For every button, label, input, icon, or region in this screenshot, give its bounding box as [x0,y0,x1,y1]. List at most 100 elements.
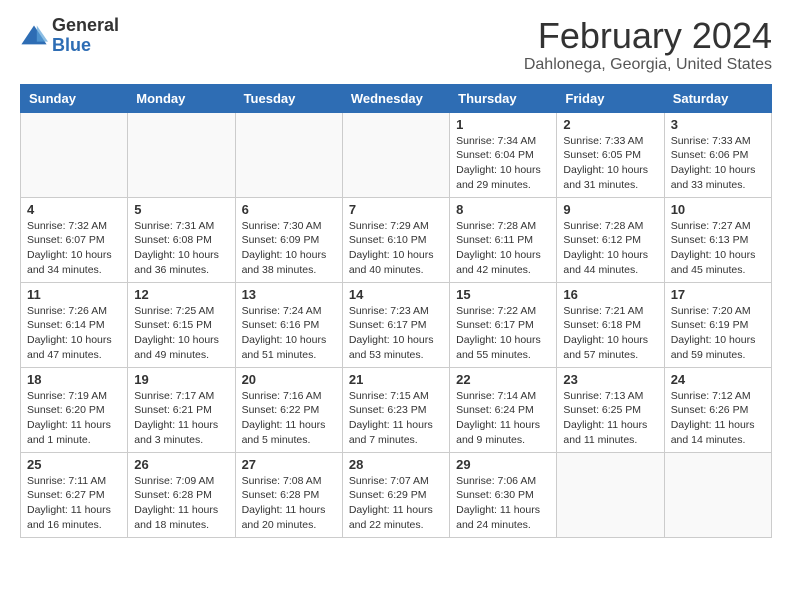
calendar-day-cell [342,112,449,197]
calendar-day-cell: 21 Sunrise: 7:15 AM Sunset: 6:23 PM Dayli… [342,367,449,452]
day-number: 13 [242,287,336,302]
calendar: SundayMondayTuesdayWednesdayThursdayFrid… [20,84,772,538]
day-info: Sunrise: 7:32 AM Sunset: 6:07 PM Dayligh… [27,219,121,278]
calendar-day-cell: 15 Sunrise: 7:22 AM Sunset: 6:17 PM Dayli… [450,282,557,367]
day-number: 6 [242,202,336,217]
calendar-day-cell [664,452,771,537]
logo-icon [20,22,48,50]
day-number: 18 [27,372,121,387]
calendar-day-cell: 23 Sunrise: 7:13 AM Sunset: 6:25 PM Dayli… [557,367,664,452]
day-info: Sunrise: 7:11 AM Sunset: 6:27 PM Dayligh… [27,474,121,533]
logo-text: General Blue [52,16,119,56]
day-number: 28 [349,457,443,472]
day-number: 17 [671,287,765,302]
calendar-day-cell: 29Sunrise: 7:06 AM Sunset: 6:30 PM Dayli… [450,452,557,537]
weekday-header: Friday [557,84,664,112]
calendar-day-cell: 27Sunrise: 7:08 AM Sunset: 6:28 PM Dayli… [235,452,342,537]
day-number: 21 [349,372,443,387]
day-number: 29 [456,457,550,472]
calendar-day-cell: 24 Sunrise: 7:12 AM Sunset: 6:26 PM Dayli… [664,367,771,452]
calendar-week-row: 18 Sunrise: 7:19 AM Sunset: 6:20 PM Dayli… [21,367,772,452]
page-subtitle: Dahlonega, Georgia, United States [524,56,772,74]
day-info: Sunrise: 7:34 AM Sunset: 6:04 PM Dayligh… [456,134,550,193]
day-info: Sunrise: 7:20 AM Sunset: 6:19 PM Dayligh… [671,304,765,363]
day-info: Sunrise: 7:25 AM Sunset: 6:15 PM Dayligh… [134,304,228,363]
calendar-week-row: 1Sunrise: 7:34 AM Sunset: 6:04 PM Daylig… [21,112,772,197]
day-number: 25 [27,457,121,472]
calendar-day-cell [128,112,235,197]
day-number: 19 [134,372,228,387]
calendar-day-cell: 25 Sunrise: 7:11 AM Sunset: 6:27 PM Dayli… [21,452,128,537]
day-number: 26 [134,457,228,472]
calendar-day-cell: 18 Sunrise: 7:19 AM Sunset: 6:20 PM Dayli… [21,367,128,452]
day-number: 4 [27,202,121,217]
page-title: February 2024 [524,16,772,56]
calendar-day-cell: 28Sunrise: 7:07 AM Sunset: 6:29 PM Dayli… [342,452,449,537]
calendar-day-cell: 5 Sunrise: 7:31 AM Sunset: 6:08 PM Daylig… [128,197,235,282]
day-number: 9 [563,202,657,217]
calendar-day-cell: 13 Sunrise: 7:24 AM Sunset: 6:16 PM Dayli… [235,282,342,367]
calendar-week-row: 11 Sunrise: 7:26 AM Sunset: 6:14 PM Dayli… [21,282,772,367]
day-info: Sunrise: 7:17 AM Sunset: 6:21 PM Dayligh… [134,389,228,448]
calendar-day-cell: 16Sunrise: 7:21 AM Sunset: 6:18 PM Dayli… [557,282,664,367]
day-number: 12 [134,287,228,302]
day-number: 10 [671,202,765,217]
day-number: 7 [349,202,443,217]
calendar-day-cell: 10 Sunrise: 7:27 AM Sunset: 6:13 PM Dayli… [664,197,771,282]
calendar-day-cell: 19 Sunrise: 7:17 AM Sunset: 6:21 PM Dayli… [128,367,235,452]
calendar-day-cell: 22Sunrise: 7:14 AM Sunset: 6:24 PM Dayli… [450,367,557,452]
day-info: Sunrise: 7:14 AM Sunset: 6:24 PM Dayligh… [456,389,550,448]
calendar-day-cell: 20Sunrise: 7:16 AM Sunset: 6:22 PM Dayli… [235,367,342,452]
weekday-header: Thursday [450,84,557,112]
calendar-day-cell: 7 Sunrise: 7:29 AM Sunset: 6:10 PM Daylig… [342,197,449,282]
weekday-header: Monday [128,84,235,112]
day-number: 3 [671,117,765,132]
day-number: 2 [563,117,657,132]
day-info: Sunrise: 7:29 AM Sunset: 6:10 PM Dayligh… [349,219,443,278]
day-info: Sunrise: 7:28 AM Sunset: 6:12 PM Dayligh… [563,219,657,278]
day-info: Sunrise: 7:22 AM Sunset: 6:17 PM Dayligh… [456,304,550,363]
day-info: Sunrise: 7:09 AM Sunset: 6:28 PM Dayligh… [134,474,228,533]
day-number: 15 [456,287,550,302]
calendar-day-cell: 3Sunrise: 7:33 AM Sunset: 6:06 PM Daylig… [664,112,771,197]
calendar-day-cell: 14 Sunrise: 7:23 AM Sunset: 6:17 PM Dayli… [342,282,449,367]
calendar-day-cell: 1Sunrise: 7:34 AM Sunset: 6:04 PM Daylig… [450,112,557,197]
day-info: Sunrise: 7:23 AM Sunset: 6:17 PM Dayligh… [349,304,443,363]
calendar-day-cell: 17 Sunrise: 7:20 AM Sunset: 6:19 PM Dayli… [664,282,771,367]
calendar-day-cell: 11 Sunrise: 7:26 AM Sunset: 6:14 PM Dayli… [21,282,128,367]
logo-general: General [52,15,119,35]
day-number: 24 [671,372,765,387]
day-number: 5 [134,202,228,217]
day-info: Sunrise: 7:24 AM Sunset: 6:16 PM Dayligh… [242,304,336,363]
day-number: 23 [563,372,657,387]
day-info: Sunrise: 7:31 AM Sunset: 6:08 PM Dayligh… [134,219,228,278]
calendar-day-cell [557,452,664,537]
day-info: Sunrise: 7:08 AM Sunset: 6:28 PM Dayligh… [242,474,336,533]
day-info: Sunrise: 7:13 AM Sunset: 6:25 PM Dayligh… [563,389,657,448]
logo-blue: Blue [52,35,91,55]
day-info: Sunrise: 7:12 AM Sunset: 6:26 PM Dayligh… [671,389,765,448]
day-info: Sunrise: 7:27 AM Sunset: 6:13 PM Dayligh… [671,219,765,278]
day-info: Sunrise: 7:15 AM Sunset: 6:23 PM Dayligh… [349,389,443,448]
header: General Blue February 2024 Dahlonega, Ge… [20,16,772,74]
calendar-day-cell: 26 Sunrise: 7:09 AM Sunset: 6:28 PM Dayli… [128,452,235,537]
day-number: 14 [349,287,443,302]
calendar-day-cell: 4 Sunrise: 7:32 AM Sunset: 6:07 PM Daylig… [21,197,128,282]
calendar-day-cell: 8Sunrise: 7:28 AM Sunset: 6:11 PM Daylig… [450,197,557,282]
day-info: Sunrise: 7:33 AM Sunset: 6:05 PM Dayligh… [563,134,657,193]
weekday-header: Wednesday [342,84,449,112]
weekday-header: Sunday [21,84,128,112]
day-number: 11 [27,287,121,302]
calendar-day-cell [235,112,342,197]
logo: General Blue [20,16,119,56]
day-info: Sunrise: 7:26 AM Sunset: 6:14 PM Dayligh… [27,304,121,363]
calendar-day-cell: 6 Sunrise: 7:30 AM Sunset: 6:09 PM Daylig… [235,197,342,282]
calendar-day-cell [21,112,128,197]
weekday-header: Tuesday [235,84,342,112]
day-number: 16 [563,287,657,302]
calendar-day-cell: 12 Sunrise: 7:25 AM Sunset: 6:15 PM Dayli… [128,282,235,367]
day-info: Sunrise: 7:19 AM Sunset: 6:20 PM Dayligh… [27,389,121,448]
day-info: Sunrise: 7:30 AM Sunset: 6:09 PM Dayligh… [242,219,336,278]
title-area: February 2024 Dahlonega, Georgia, United… [524,16,772,74]
day-number: 8 [456,202,550,217]
